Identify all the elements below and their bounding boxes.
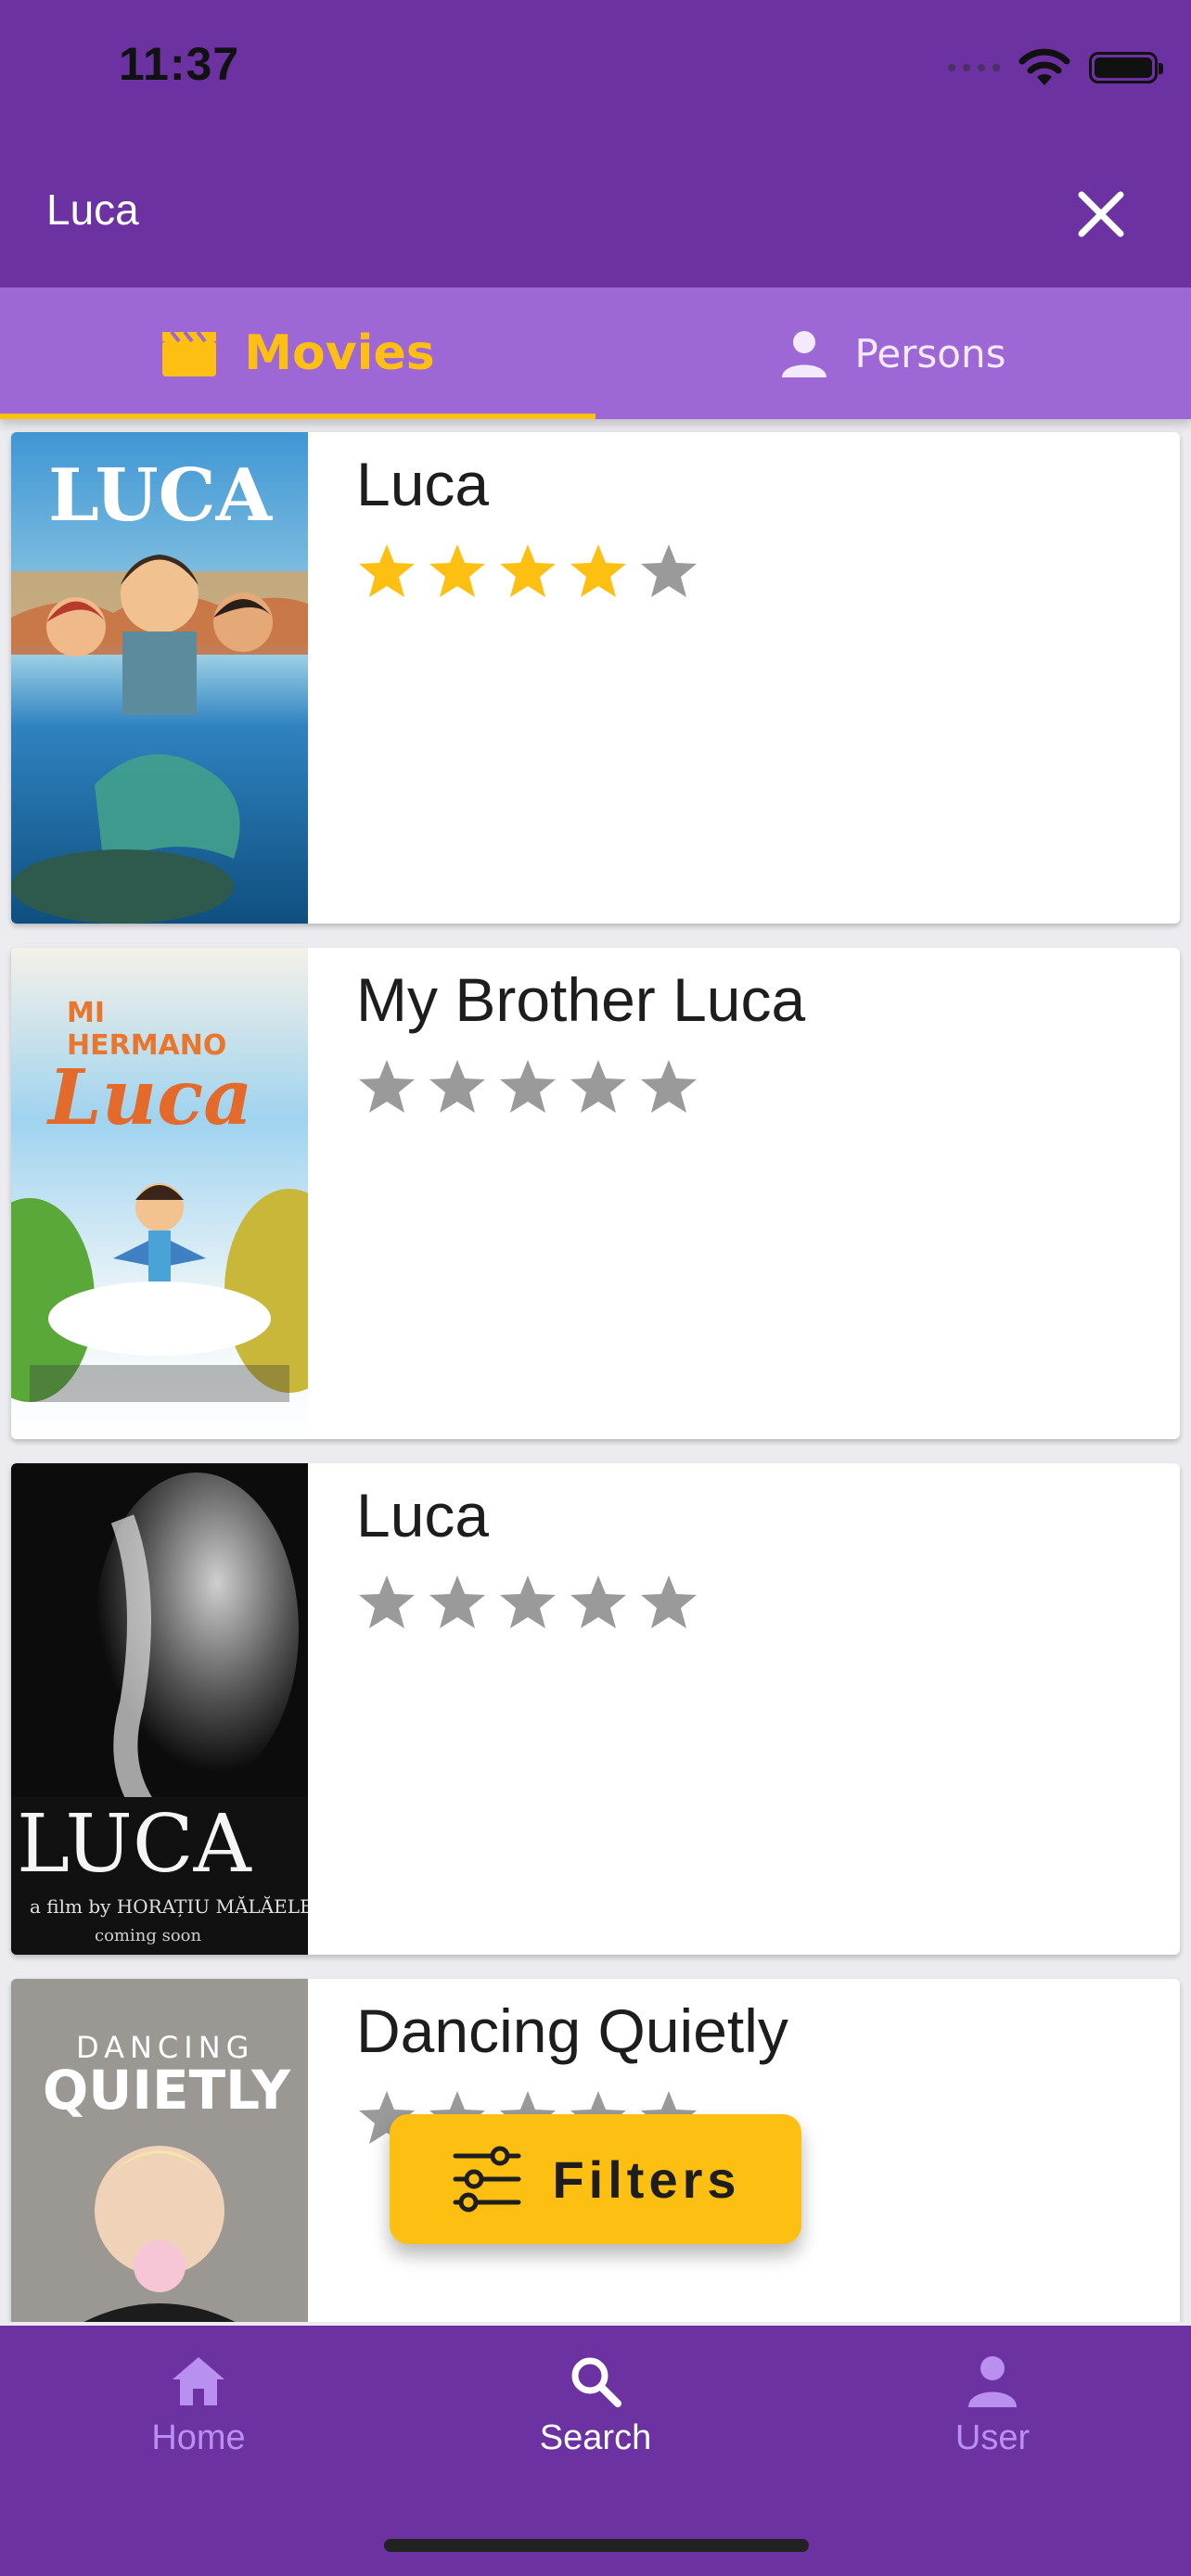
nav-user[interactable]: User (794, 2353, 1191, 2483)
movie-title: Dancing Quietly (356, 1996, 788, 2065)
person-icon (782, 331, 827, 377)
rating-stars (356, 1573, 699, 1634)
home-icon (173, 2357, 224, 2405)
tab-movies[interactable]: Movies (0, 287, 596, 419)
nav-user-label: User (954, 2418, 1031, 2457)
poster-title-text: LUCA (48, 453, 274, 538)
star-empty-icon (641, 1575, 697, 1628)
home-indicator (384, 2539, 809, 2552)
tab-movies-label: Movies (244, 325, 435, 381)
movie-card[interactable]: LUCA Luca (11, 432, 1180, 924)
svg-text:coming soon: coming soon (95, 1926, 201, 1945)
filters-label: Filters (552, 2149, 741, 2209)
star-filled-icon (500, 544, 556, 597)
tab-persons-label: Persons (854, 330, 1006, 376)
star-empty-icon (429, 1575, 485, 1628)
nav-home[interactable]: Home (0, 2353, 397, 2483)
nav-search-label: Search (539, 2418, 652, 2457)
svg-text:Luca: Luca (46, 1053, 252, 1142)
search-input[interactable] (45, 176, 976, 243)
star-empty-icon (359, 1575, 415, 1628)
movie-poster: LUCA a film by HORAȚIU MĂLĂELE coming so… (11, 1463, 308, 1955)
movie-title: Luca (356, 1481, 490, 1549)
svg-text:QUIETLY: QUIETLY (43, 2059, 291, 2122)
search-tabs: Movies Persons (0, 287, 1191, 419)
nav-home-label: Home (151, 2418, 246, 2457)
star-filled-icon (429, 544, 485, 597)
star-empty-icon (500, 1060, 556, 1113)
status-icons (948, 46, 1163, 89)
nav-search[interactable]: Search (397, 2353, 794, 2483)
star-empty-icon (570, 1575, 626, 1628)
wifi-icon (1018, 48, 1070, 85)
movie-card[interactable]: MI HERMANO Luca My Brother Luca (11, 948, 1180, 1439)
star-filled-icon (359, 544, 415, 597)
movie-poster: LUCA (11, 432, 308, 924)
status-bar: 11:37 (0, 0, 1191, 139)
status-time: 11:37 (119, 38, 240, 90)
user-icon (968, 2356, 1017, 2407)
results-list[interactable]: LUCA Luca MI HERMANO Luca My Brother Luc… (0, 419, 1191, 2322)
movie-title: My Brother Luca (356, 965, 806, 1034)
svg-text:a film by HORAȚIU MĂLĂELE: a film by HORAȚIU MĂLĂELE (30, 1895, 308, 1918)
rating-stars (356, 542, 699, 603)
clapperboard-icon (162, 330, 217, 376)
star-empty-icon (500, 1575, 556, 1628)
tab-persons[interactable]: Persons (596, 287, 1191, 419)
movie-poster: DANCING QUIETLY (11, 1979, 308, 2322)
sliders-icon (453, 2146, 521, 2213)
battery-icon (1089, 52, 1163, 83)
star-empty-icon (641, 544, 697, 597)
search-icon (571, 2357, 621, 2407)
movie-title: Luca (356, 450, 490, 518)
star-filled-icon (570, 544, 626, 597)
star-empty-icon (429, 1060, 485, 1113)
rating-stars (356, 1057, 699, 1118)
movie-card[interactable]: LUCA a film by HORAȚIU MĂLĂELE coming so… (11, 1463, 1180, 1955)
movie-poster: MI HERMANO Luca (11, 948, 308, 1439)
filters-button[interactable]: Filters (390, 2114, 801, 2244)
star-empty-icon (641, 1060, 697, 1113)
svg-text:LUCA: LUCA (17, 1798, 252, 1891)
svg-text:MI: MI (67, 997, 105, 1029)
signal-icon (948, 64, 1000, 71)
star-empty-icon (570, 1060, 626, 1113)
close-icon[interactable] (1067, 180, 1135, 249)
star-empty-icon (359, 1060, 415, 1113)
search-header (0, 139, 1191, 287)
